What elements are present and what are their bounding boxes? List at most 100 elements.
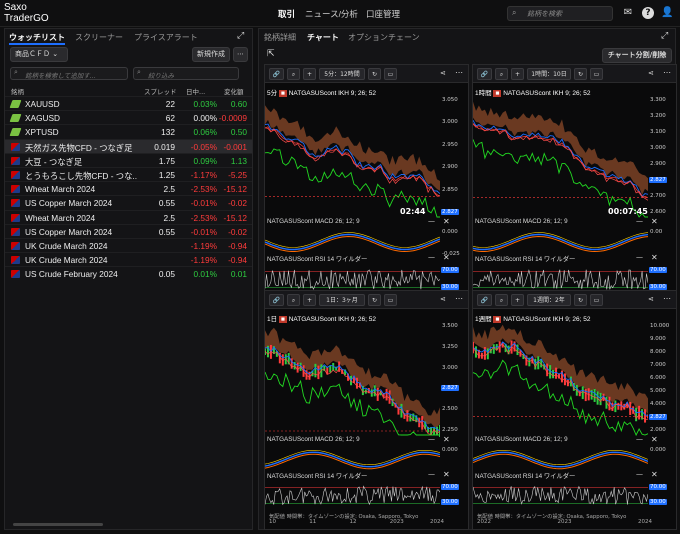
category-select[interactable]: 商品ＣＦＤ ⌄ bbox=[10, 47, 68, 62]
add-instrument-input[interactable]: 銘柄を検索して追加す... bbox=[10, 67, 128, 80]
add-indicator-icon[interactable]: + bbox=[303, 294, 316, 306]
mail-icon[interactable]: ✉ bbox=[622, 7, 634, 19]
popout-icon[interactable]: ⇱ bbox=[267, 49, 275, 59]
period-select[interactable]: 1日：3ヶ月 bbox=[319, 294, 365, 306]
nav-trade[interactable]: 取引 bbox=[278, 8, 295, 20]
watchlist-row[interactable]: UK Crude March 2024 -1.19% -0.94 bbox=[5, 252, 252, 266]
chart-window[interactable]: 🔗 ⌕ + 1週間：2年 ↻ ▭ ⋖ ⋯ 1週間 ■ NATGASUScont … bbox=[472, 290, 677, 530]
col-header-name[interactable]: 銘柄 bbox=[11, 86, 24, 96]
close-icon[interactable]: ✕ bbox=[651, 470, 658, 479]
watchlist-row[interactable]: とうもろこし先物CFD - つな... 1.25 -1.17% -5.25 bbox=[5, 167, 252, 181]
watchlist-row[interactable]: XPTUSD 132 0.06% 0.50 bbox=[5, 124, 252, 138]
minimize-icon[interactable]: — bbox=[428, 435, 435, 443]
tab-watchlist[interactable]: ウォッチリスト bbox=[9, 32, 65, 43]
share-icon[interactable]: ⋖ bbox=[648, 295, 654, 303]
zoom-icon[interactable]: ⌕ bbox=[495, 68, 508, 80]
minimize-icon[interactable]: — bbox=[636, 470, 643, 478]
price-plot[interactable] bbox=[265, 321, 440, 437]
tab-screener[interactable]: スクリーナー bbox=[75, 32, 123, 43]
close-icon[interactable]: ✕ bbox=[651, 217, 658, 226]
new-watchlist-button[interactable]: 新規作成 bbox=[192, 47, 230, 62]
camera-icon[interactable]: ▭ bbox=[384, 294, 397, 306]
watchlist-row[interactable]: UK Crude March 2024 -1.19% -0.94 bbox=[5, 238, 252, 252]
minimize-icon[interactable]: — bbox=[428, 470, 435, 478]
minimize-icon[interactable]: — bbox=[636, 217, 643, 225]
tab-option-chain[interactable]: オプションチェーン bbox=[348, 32, 420, 43]
expand-icon[interactable]: ⤢ bbox=[237, 31, 244, 41]
col-header-change[interactable]: 変化額 bbox=[224, 86, 244, 96]
zoom-icon[interactable]: ⌕ bbox=[287, 68, 300, 80]
more-icon[interactable]: ⋯ bbox=[455, 68, 463, 77]
expand-icon[interactable]: ⤢ bbox=[661, 31, 668, 41]
watchlist-row[interactable]: US Crude February 2024 0.05 0.01% 0.01 bbox=[5, 266, 252, 280]
period-select[interactable]: 1時間：10日 bbox=[527, 68, 571, 80]
chart-window[interactable]: 🔗 ⌕ + 1日：3ヶ月 ↻ ▭ ⋖ ⋯ 1日 ■ NATGASUScont I… bbox=[264, 290, 469, 530]
user-icon[interactable]: 👤 bbox=[661, 7, 673, 19]
watchlist-row[interactable]: Wheat March 2024 2.5 -2.53% -15.12 bbox=[5, 209, 252, 224]
search-input[interactable]: 銘柄を検索 bbox=[507, 6, 613, 21]
tab-instrument-detail[interactable]: 銘柄詳細 bbox=[264, 32, 296, 43]
macd-plot[interactable] bbox=[473, 227, 648, 257]
rsi-plot[interactable] bbox=[473, 480, 648, 511]
zoom-icon[interactable]: ⌕ bbox=[495, 294, 508, 306]
camera-icon[interactable]: ▭ bbox=[590, 68, 603, 80]
macd-plot[interactable] bbox=[473, 445, 648, 474]
watchlist-row[interactable]: Wheat March 2024 2.5 -2.53% -15.12 bbox=[5, 181, 252, 195]
minimize-icon[interactable]: — bbox=[428, 217, 435, 225]
watchlist-row[interactable]: 大豆 - つなぎ足 1.75 0.09% 1.13 bbox=[5, 152, 252, 167]
macd-plot[interactable] bbox=[265, 227, 440, 257]
col-header-daily[interactable]: 日中... bbox=[186, 86, 205, 96]
share-icon[interactable]: ⋖ bbox=[440, 69, 446, 77]
add-indicator-icon[interactable]: + bbox=[303, 68, 316, 80]
minimize-icon[interactable]: — bbox=[428, 253, 435, 261]
minimize-icon[interactable]: — bbox=[636, 253, 643, 261]
close-icon[interactable]: ✕ bbox=[443, 253, 450, 262]
share-icon[interactable]: ⋖ bbox=[440, 295, 446, 303]
watchlist-row[interactable]: XAUUSD 22 0.03% 0.60 bbox=[5, 96, 252, 110]
more-button[interactable]: ⋯ bbox=[233, 47, 248, 62]
camera-icon[interactable]: ▭ bbox=[590, 294, 603, 306]
col-header-spread[interactable]: スプレッド bbox=[144, 86, 177, 96]
close-icon[interactable]: ✕ bbox=[651, 253, 658, 262]
nav-news[interactable]: ニュース/分析 bbox=[305, 8, 358, 20]
share-icon[interactable]: ⋖ bbox=[648, 69, 654, 77]
tab-chart[interactable]: チャート bbox=[307, 32, 339, 43]
chart-window[interactable]: 🔗 ⌕ + 5分：12時間 ↻ ▭ ⋖ ⋯ 5分 ■ NATGASUScont … bbox=[264, 64, 469, 318]
more-icon[interactable]: ⋯ bbox=[455, 294, 463, 303]
link-icon[interactable]: 🔗 bbox=[269, 68, 284, 80]
rsi-plot[interactable] bbox=[265, 480, 440, 511]
refresh-icon[interactable]: ↻ bbox=[368, 294, 381, 306]
horizontal-scrollbar[interactable] bbox=[13, 523, 103, 526]
more-icon[interactable]: ⋯ bbox=[663, 68, 671, 77]
add-indicator-icon[interactable]: + bbox=[511, 68, 524, 80]
close-icon[interactable]: ✕ bbox=[443, 217, 450, 226]
watchlist-row[interactable]: US Copper March 2024 0.55 -0.01% -0.02 bbox=[5, 223, 252, 238]
help-icon[interactable]: ? bbox=[642, 7, 654, 19]
price-plot[interactable] bbox=[473, 321, 648, 437]
brand-logo[interactable]: Saxo TraderGO bbox=[4, 2, 49, 24]
link-icon[interactable]: 🔗 bbox=[269, 294, 284, 306]
chart-split-button[interactable]: チャート分割/削除 bbox=[602, 48, 672, 63]
filter-input[interactable]: 絞り込み bbox=[133, 67, 239, 80]
watchlist-row[interactable]: US Copper March 2024 0.55 -0.01% -0.02 bbox=[5, 195, 252, 209]
link-icon[interactable]: 🔗 bbox=[477, 294, 492, 306]
watchlist-row[interactable]: 天然ガス先物CFD - つなぎ足 0.019 -0.05% -0.001 bbox=[5, 138, 252, 153]
refresh-icon[interactable]: ↻ bbox=[574, 294, 587, 306]
minimize-icon[interactable]: — bbox=[636, 435, 643, 443]
link-icon[interactable]: 🔗 bbox=[477, 68, 492, 80]
refresh-icon[interactable]: ↻ bbox=[574, 68, 587, 80]
close-icon[interactable]: ✕ bbox=[443, 435, 450, 444]
price-plot[interactable] bbox=[473, 95, 648, 219]
zoom-icon[interactable]: ⌕ bbox=[287, 294, 300, 306]
period-select[interactable]: 1週間：2年 bbox=[527, 294, 571, 306]
nav-account[interactable]: 口座管理 bbox=[366, 8, 400, 20]
chart-window[interactable]: 🔗 ⌕ + 1時間：10日 ↻ ▭ ⋖ ⋯ 1時間 ■ NATGASUScont… bbox=[472, 64, 677, 318]
price-plot[interactable] bbox=[265, 95, 440, 219]
watchlist-row[interactable]: XAGUSD 62 0.00% -0.0009 bbox=[5, 110, 252, 124]
macd-plot[interactable] bbox=[265, 445, 440, 474]
more-icon[interactable]: ⋯ bbox=[663, 294, 671, 303]
camera-icon[interactable]: ▭ bbox=[384, 68, 397, 80]
refresh-icon[interactable]: ↻ bbox=[368, 68, 381, 80]
close-icon[interactable]: ✕ bbox=[443, 470, 450, 479]
add-indicator-icon[interactable]: + bbox=[511, 294, 524, 306]
